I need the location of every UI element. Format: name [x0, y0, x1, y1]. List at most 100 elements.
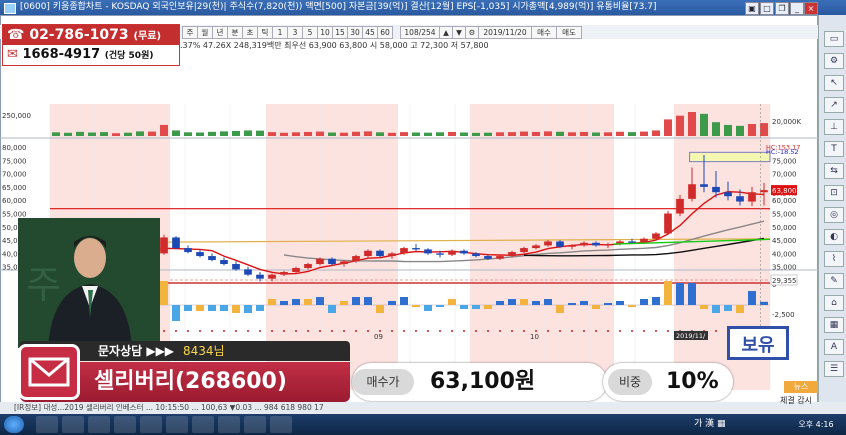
start-button[interactable] [4, 416, 24, 433]
candle-body [700, 184, 708, 187]
bottom-right-tabs[interactable]: 체결 감시 [780, 395, 812, 406]
message-number: 8434님 [183, 344, 225, 358]
volume-bar [604, 132, 612, 136]
buy-price-value: 63,100원 [430, 369, 536, 394]
settings-icon[interactable]: ⚙ [465, 26, 479, 39]
minute-tab[interactable]: 60 [377, 26, 393, 39]
osc-dot [523, 330, 525, 332]
volume-bar [52, 132, 60, 136]
fibo-icon[interactable]: ⌇ [824, 251, 844, 267]
box-icon[interactable]: ⊡ [824, 185, 844, 201]
osc-bar [640, 299, 648, 305]
home-icon[interactable]: ⌂ [824, 295, 844, 311]
osc-dot [247, 330, 249, 332]
gear-icon[interactable]: ⚙ [824, 53, 844, 69]
system-tray[interactable]: 가 漢 ▦ [694, 414, 726, 435]
news-button[interactable]: 뉴스 [784, 381, 818, 393]
text-icon[interactable]: T [824, 141, 844, 157]
candle-body [232, 264, 240, 270]
volume-bar [472, 132, 480, 136]
candle-body [556, 241, 564, 247]
minute-tab[interactable]: 5 [302, 26, 318, 39]
minute-tab[interactable]: 1 [272, 26, 288, 39]
period-tab[interactable]: 분 [227, 26, 243, 39]
volume-bar [160, 124, 168, 136]
osc-bar [688, 283, 696, 305]
pencil-icon[interactable]: ✎ [824, 273, 844, 289]
osc-bar [508, 299, 516, 305]
volume-bar [700, 113, 708, 136]
taskbar-app-icon[interactable] [62, 416, 84, 433]
candle-body [652, 233, 660, 239]
minute-tab[interactable]: 30 [347, 26, 363, 39]
candle-body [340, 261, 348, 265]
taskbar-app-icon[interactable] [88, 416, 110, 433]
volume-bar [556, 131, 564, 136]
sell-button[interactable]: 매도 [556, 26, 582, 39]
half-circle-icon[interactable]: ◐ [824, 229, 844, 245]
date-field[interactable]: 2019/11/20 [478, 26, 532, 39]
frame-icon[interactable]: ▭ [824, 31, 844, 47]
period-tab[interactable]: 년 [212, 26, 228, 39]
taskbar-app-icon[interactable] [270, 416, 292, 433]
trend-line-icon[interactable]: ↗ [824, 97, 844, 113]
period-tab[interactable]: 초 [242, 26, 258, 39]
taskbar-app-icon[interactable] [140, 416, 162, 433]
close-button[interactable]: × [804, 2, 818, 15]
horizontal-line-icon[interactable]: ⊥ [824, 119, 844, 135]
osc-bar [160, 281, 168, 305]
minute-tab[interactable]: 3 [287, 26, 303, 39]
minute-tab[interactable]: 10 [317, 26, 333, 39]
restore-button[interactable]: ❐ [775, 2, 789, 15]
volume-bar [256, 130, 264, 136]
candle-body [256, 274, 264, 279]
taskbar-app-icon[interactable] [166, 416, 188, 433]
volume-bar [544, 131, 552, 136]
period-tab[interactable]: 틱 [257, 26, 273, 39]
taskbar-app-icon[interactable] [36, 416, 58, 433]
taskbar-app-icon[interactable] [218, 416, 240, 433]
circle-icon[interactable]: ◎ [824, 207, 844, 223]
cursor-icon[interactable]: ↖ [824, 75, 844, 91]
candle-body [184, 248, 192, 253]
minute-tab[interactable]: 15 [332, 26, 348, 39]
osc-dot [511, 330, 513, 332]
taskbar-app-icon[interactable] [114, 416, 136, 433]
pin-button[interactable]: ▣ [745, 2, 759, 15]
drawing-tools-sidebar: ▭ ⚙ ↖ ↗ ⊥ T ⇆ ⊡ ◎ ◐ ⌇ ✎ ⌂ ▦ A ☰ [818, 15, 846, 405]
price-info-bar: .37% 47.26X 248,319백만 최우선 63,900 63,800 … [180, 41, 489, 50]
osc-bar [652, 297, 660, 305]
grid-icon[interactable]: ▦ [824, 317, 844, 333]
osc-bar [208, 305, 216, 311]
swap-icon[interactable]: ⇆ [824, 163, 844, 179]
minimize-button[interactable]: _ [790, 2, 804, 15]
volume-bar [448, 131, 456, 136]
osc-dot [331, 330, 333, 332]
osc-bar [592, 305, 600, 309]
font-icon[interactable]: A [824, 339, 844, 355]
volume-bar [100, 132, 108, 136]
maximize-button[interactable]: □ [760, 2, 774, 15]
osc-dot [295, 330, 297, 332]
record-count[interactable]: 108/254 [400, 26, 440, 39]
taskbar-app-icon[interactable] [192, 416, 214, 433]
volume-bar [688, 112, 696, 136]
candle-body [760, 190, 768, 193]
osc-bar [664, 281, 672, 305]
period-tab[interactable]: 월 [197, 26, 213, 39]
period-tab[interactable]: 주 [182, 26, 198, 39]
osc-dot [715, 330, 717, 332]
minute-tab[interactable]: 45 [362, 26, 378, 39]
taskbar-app-icon[interactable] [244, 416, 266, 433]
volume-bar [148, 131, 156, 136]
candle-body [352, 256, 360, 262]
menu-icon[interactable]: ☰ [824, 361, 844, 377]
volume-bar [172, 130, 180, 136]
osc-bar [400, 297, 408, 305]
up-button[interactable]: ▲ [439, 26, 453, 39]
volume-bar [208, 131, 216, 136]
buy-button[interactable]: 매수 [531, 26, 557, 39]
down-button[interactable]: ▼ [452, 26, 466, 39]
presenter-figure: 주 [18, 218, 160, 348]
osc-bar [712, 305, 720, 313]
